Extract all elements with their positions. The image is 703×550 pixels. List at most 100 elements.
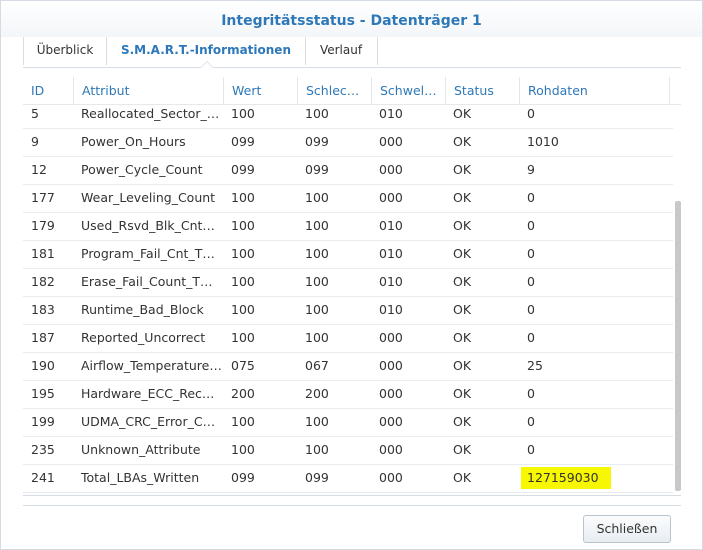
cell-worst: 099	[305, 470, 329, 485]
cell-worst: 100	[305, 414, 329, 429]
cell-id: 241	[31, 470, 55, 485]
active-tab-caret-icon	[200, 61, 214, 68]
cell-value: 099	[231, 134, 255, 149]
cell-threshold: 010	[379, 302, 403, 317]
cell-raw-data: 0	[527, 302, 535, 317]
table-scrollbar[interactable]	[675, 201, 681, 491]
smart-table: 5 Reallocated_Sector_… 100 100 010 OK 0 9 Power_…	[23, 77, 681, 496]
cell-status: OK	[453, 134, 472, 149]
cell-value: 100	[231, 218, 255, 233]
cell-threshold: 000	[379, 386, 403, 401]
cell-status: OK	[453, 358, 472, 373]
close-button[interactable]: Schließen	[583, 515, 671, 543]
cell-id: 235	[31, 442, 55, 457]
column-header-threshold[interactable]: Schwel…	[371, 77, 445, 104]
cell-status: OK	[453, 246, 472, 261]
table-row[interactable]: 187 Reported_Uncorrect 100 100 000 OK 0	[23, 324, 673, 353]
cell-status: OK	[453, 386, 472, 401]
table-row[interactable]: 181 Program_Fail_Cnt_T… 100 100 010 OK 0	[23, 240, 673, 269]
dialog-title: Integritätsstatus - Datenträger 1	[1, 1, 702, 37]
cell-status: OK	[453, 330, 472, 345]
cell-attribute: Unknown_Attribute	[81, 442, 201, 457]
cell-value: 099	[231, 470, 255, 485]
table-row[interactable]: 12 Power_Cycle_Count 099 099 000 OK 9	[23, 156, 673, 185]
table-row[interactable]: 241 Total_LBAs_Written 099 099 000 OK 12715903…	[23, 464, 673, 493]
tab-overview[interactable]: Überblick	[23, 37, 106, 65]
cell-raw-data: 0	[527, 218, 535, 233]
footer-divider	[23, 505, 681, 506]
cell-raw-data: 0	[527, 330, 535, 345]
tab-history[interactable]: Verlauf	[305, 37, 378, 65]
cell-attribute: Runtime_Bad_Block	[81, 302, 204, 317]
table-row[interactable]: 179 Used_Rsvd_Blk_Cnt… 100 100 010 OK 0	[23, 212, 673, 241]
table-row[interactable]: 199 UDMA_CRC_Error_C… 100 100 000 OK 0	[23, 408, 673, 437]
cell-status: OK	[453, 442, 472, 457]
column-header-raw-data[interactable]: Rohdaten	[519, 77, 669, 104]
cell-attribute: Hardware_ECC_Rec…	[81, 386, 215, 401]
column-header-id[interactable]: ID	[23, 77, 72, 104]
cell-attribute: Reported_Uncorrect	[81, 330, 206, 345]
cell-attribute: Power_On_Hours	[81, 134, 186, 149]
table-row[interactable]: 177 Wear_Leveling_Count 100 100 000 OK 0	[23, 184, 673, 213]
cell-value: 100	[231, 302, 255, 317]
cell-worst: 100	[305, 274, 329, 289]
table-row[interactable]: 182 Erase_Fail_Count_T… 100 100 010 OK 0	[23, 268, 673, 297]
cell-threshold: 000	[379, 442, 403, 457]
cell-id: 182	[31, 274, 55, 289]
column-header-status[interactable]: Status	[445, 77, 519, 104]
cell-raw-data: 9	[527, 162, 535, 177]
cell-threshold: 000	[379, 358, 403, 373]
cell-status: OK	[453, 302, 472, 317]
cell-threshold: 010	[379, 218, 403, 233]
cell-raw-data: 0	[527, 386, 535, 401]
cell-raw-data: 0	[527, 190, 535, 205]
cell-raw-data: 0	[527, 442, 535, 457]
table-row[interactable]: 183 Runtime_Bad_Block 100 100 010 OK 0	[23, 296, 673, 325]
cell-id: 183	[31, 302, 55, 317]
cell-status: OK	[453, 414, 472, 429]
cell-id: 187	[31, 330, 55, 345]
cell-worst: 100	[305, 302, 329, 317]
cell-attribute: UDMA_CRC_Error_C…	[81, 414, 216, 429]
cell-worst: 099	[305, 134, 329, 149]
cell-worst: 067	[305, 358, 329, 373]
cell-id: 12	[31, 162, 47, 177]
column-header-value[interactable]: Wert	[223, 77, 297, 104]
cell-id: 179	[31, 218, 55, 233]
cell-attribute: Wear_Leveling_Count	[81, 190, 216, 205]
smart-dialog: Integritätsstatus - Datenträger 1 Überbl…	[0, 0, 703, 550]
cell-id: 195	[31, 386, 55, 401]
cell-worst: 100	[305, 190, 329, 205]
table-row[interactable]: 195 Hardware_ECC_Rec… 200 200 000 OK 0	[23, 380, 673, 409]
table-row[interactable]: 235 Unknown_Attribute 100 100 000 OK 0	[23, 436, 673, 465]
cell-worst: 100	[305, 442, 329, 457]
column-header-spacer	[669, 77, 681, 104]
cell-threshold: 000	[379, 134, 403, 149]
cell-value: 099	[231, 162, 255, 177]
cell-id: 9	[31, 134, 39, 149]
cell-raw-data: 0	[527, 414, 535, 429]
cell-value: 100	[231, 442, 255, 457]
cell-id: 177	[31, 190, 55, 205]
column-header-attribute[interactable]: Attribut	[73, 77, 223, 104]
cell-threshold: 000	[379, 470, 403, 485]
cell-threshold: 000	[379, 330, 403, 345]
cell-value: 100	[231, 246, 255, 261]
cell-attribute: Airflow_Temperature…	[81, 358, 222, 373]
cell-status: OK	[453, 218, 472, 233]
cell-raw-data: 25	[527, 358, 543, 373]
cell-attribute: Erase_Fail_Count_T…	[81, 274, 213, 289]
column-header-worst[interactable]: Schlec…	[297, 77, 371, 104]
table-row[interactable]: 9 Power_On_Hours 099 099 000 OK 1010	[23, 128, 673, 157]
cell-value: 100	[231, 274, 255, 289]
cell-threshold: 010	[379, 246, 403, 261]
cell-attribute: Total_LBAs_Written	[81, 470, 200, 485]
cell-raw-data: 1010	[527, 134, 559, 149]
cell-value: 100	[231, 190, 255, 205]
cell-status: OK	[453, 274, 472, 289]
cell-id: 199	[31, 414, 55, 429]
cell-status: OK	[453, 470, 472, 485]
table-row[interactable]: 190 Airflow_Temperature… 075 067 000 OK 25	[23, 352, 673, 381]
cell-threshold: 000	[379, 190, 403, 205]
cell-status: OK	[453, 190, 472, 205]
